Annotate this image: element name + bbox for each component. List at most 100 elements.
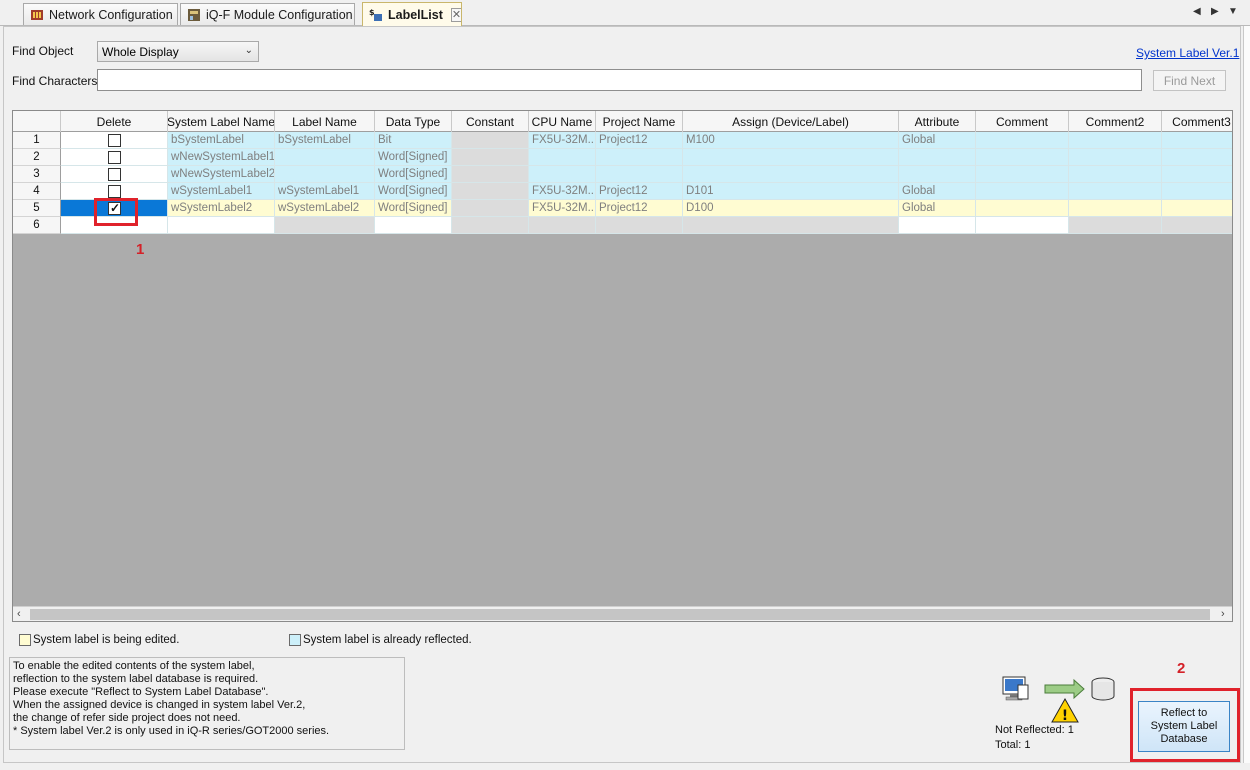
- cell-assign[interactable]: D101: [683, 183, 899, 200]
- cell-delete[interactable]: [61, 149, 168, 166]
- cell-label-name[interactable]: [275, 149, 375, 166]
- cell-system-label-name[interactable]: wNewSystemLabel2: [168, 166, 275, 183]
- cell-comment3[interactable]: [1162, 217, 1232, 234]
- cell-data-type[interactable]: Word[Signed]: [375, 149, 452, 166]
- cell-comment[interactable]: [976, 183, 1069, 200]
- delete-checkbox[interactable]: [108, 185, 121, 198]
- column-header-attribute[interactable]: Attribute: [899, 111, 976, 132]
- cell-comment3[interactable]: [1162, 183, 1232, 200]
- cell-label-name[interactable]: wSystemLabel1: [275, 183, 375, 200]
- cell-attribute[interactable]: Global: [899, 132, 976, 149]
- cell-attribute[interactable]: [899, 149, 976, 166]
- cell-cpu-name[interactable]: FX5U-32M...: [529, 200, 596, 217]
- cell-data-type[interactable]: Bit: [375, 132, 452, 149]
- cell-label-name[interactable]: bSystemLabel: [275, 132, 375, 149]
- cell-comment2[interactable]: [1069, 149, 1162, 166]
- cell-project-name[interactable]: [596, 166, 683, 183]
- cell-comment2[interactable]: [1069, 132, 1162, 149]
- cell-comment3[interactable]: [1162, 149, 1232, 166]
- cell-system-label-name[interactable]: [168, 217, 275, 234]
- column-header-cpu-name[interactable]: CPU Name: [529, 111, 596, 132]
- cell-assign[interactable]: [683, 166, 899, 183]
- cell-assign[interactable]: [683, 149, 899, 166]
- cell-cpu-name[interactable]: [529, 149, 596, 166]
- tab-labellist[interactable]: $ LabelList ✕: [362, 2, 462, 26]
- scrollbar-thumb[interactable]: [30, 609, 1210, 620]
- row-number[interactable]: 1: [13, 132, 61, 149]
- cell-constant[interactable]: [452, 217, 529, 234]
- cell-system-label-name[interactable]: bSystemLabel: [168, 132, 275, 149]
- tab-iqf-module-configuration[interactable]: iQ-F Module Configuration: [180, 3, 355, 25]
- cell-data-type[interactable]: Word[Signed]: [375, 183, 452, 200]
- cell-assign[interactable]: M100: [683, 132, 899, 149]
- cell-data-type[interactable]: [375, 217, 452, 234]
- cell-comment[interactable]: [976, 217, 1069, 234]
- table-row[interactable]: 2 wNewSystemLabel1 Word[Signed]: [13, 149, 1232, 166]
- cell-attribute[interactable]: [899, 166, 976, 183]
- cell-comment3[interactable]: [1162, 132, 1232, 149]
- row-number[interactable]: 4: [13, 183, 61, 200]
- cell-constant[interactable]: [452, 183, 529, 200]
- tab-scroll-right-icon[interactable]: ▶: [1211, 6, 1219, 17]
- cell-cpu-name[interactable]: FX5U-32M...: [529, 132, 596, 149]
- cell-comment[interactable]: [976, 166, 1069, 183]
- row-number[interactable]: 2: [13, 149, 61, 166]
- cell-comment3[interactable]: [1162, 166, 1232, 183]
- column-header-label-name[interactable]: Label Name: [275, 111, 375, 132]
- cell-project-name[interactable]: [596, 217, 683, 234]
- cell-comment[interactable]: [976, 200, 1069, 217]
- cell-project-name[interactable]: Project12: [596, 200, 683, 217]
- find-object-select[interactable]: Whole Display ⌄: [97, 41, 259, 62]
- cell-project-name[interactable]: Project12: [596, 183, 683, 200]
- cell-comment3[interactable]: [1162, 200, 1232, 217]
- cell-delete[interactable]: [61, 166, 168, 183]
- cell-attribute[interactable]: Global: [899, 183, 976, 200]
- tab-network-configuration[interactable]: Network Configuration: [23, 3, 178, 25]
- column-header-assign-device-label[interactable]: Assign (Device/Label): [683, 111, 899, 132]
- cell-label-name[interactable]: [275, 217, 375, 234]
- row-number[interactable]: 3: [13, 166, 61, 183]
- cell-data-type[interactable]: Word[Signed]: [375, 166, 452, 183]
- cell-project-name[interactable]: [596, 149, 683, 166]
- cell-comment[interactable]: [976, 132, 1069, 149]
- cell-comment2[interactable]: [1069, 200, 1162, 217]
- delete-checkbox[interactable]: [108, 168, 121, 181]
- cell-system-label-name[interactable]: wSystemLabel1: [168, 183, 275, 200]
- cell-system-label-name[interactable]: wNewSystemLabel1: [168, 149, 275, 166]
- scroll-left-icon[interactable]: ‹: [17, 608, 21, 620]
- cell-data-type[interactable]: Word[Signed]: [375, 200, 452, 217]
- column-header-system-label-name[interactable]: System Label Name: [168, 111, 275, 132]
- cell-assign[interactable]: [683, 217, 899, 234]
- column-header-comment3[interactable]: Comment3: [1162, 111, 1232, 132]
- delete-checkbox[interactable]: [108, 134, 121, 147]
- table-row[interactable]: 1 bSystemLabel bSystemLabel Bit FX5U-32M... P…: [13, 132, 1232, 149]
- delete-checkbox[interactable]: [108, 151, 121, 164]
- cell-project-name[interactable]: Project12: [596, 132, 683, 149]
- column-header-comment[interactable]: Comment: [976, 111, 1069, 132]
- cell-attribute[interactable]: Global: [899, 200, 976, 217]
- row-number[interactable]: 6: [13, 217, 61, 234]
- tab-scroll-left-icon[interactable]: ◀: [1193, 6, 1201, 17]
- cell-cpu-name[interactable]: [529, 217, 596, 234]
- scroll-right-icon[interactable]: ›: [1221, 608, 1225, 620]
- find-next-button[interactable]: Find Next: [1153, 70, 1226, 91]
- cell-cpu-name[interactable]: [529, 166, 596, 183]
- table-row[interactable]: 4 wSystemLabel1 wSystemLabel1 Word[Signed] F…: [13, 183, 1232, 200]
- find-characters-input[interactable]: [97, 69, 1142, 91]
- column-header-comment2[interactable]: Comment2: [1069, 111, 1162, 132]
- cell-system-label-name[interactable]: wSystemLabel2: [168, 200, 275, 217]
- system-label-version-link[interactable]: System Label Ver.1: [1136, 46, 1239, 60]
- cell-label-name[interactable]: wSystemLabel2: [275, 200, 375, 217]
- column-header-delete[interactable]: Delete: [61, 111, 168, 132]
- cell-comment2[interactable]: [1069, 166, 1162, 183]
- cell-comment[interactable]: [976, 149, 1069, 166]
- cell-constant[interactable]: [452, 132, 529, 149]
- cell-cpu-name[interactable]: FX5U-32M...: [529, 183, 596, 200]
- column-header-data-type[interactable]: Data Type: [375, 111, 452, 132]
- table-row[interactable]: 3 wNewSystemLabel2 Word[Signed]: [13, 166, 1232, 183]
- cell-constant[interactable]: [452, 200, 529, 217]
- row-number[interactable]: 5: [13, 200, 61, 217]
- tab-list-dropdown-icon[interactable]: ▼: [1228, 6, 1238, 17]
- cell-delete[interactable]: [61, 132, 168, 149]
- cell-comment2[interactable]: [1069, 183, 1162, 200]
